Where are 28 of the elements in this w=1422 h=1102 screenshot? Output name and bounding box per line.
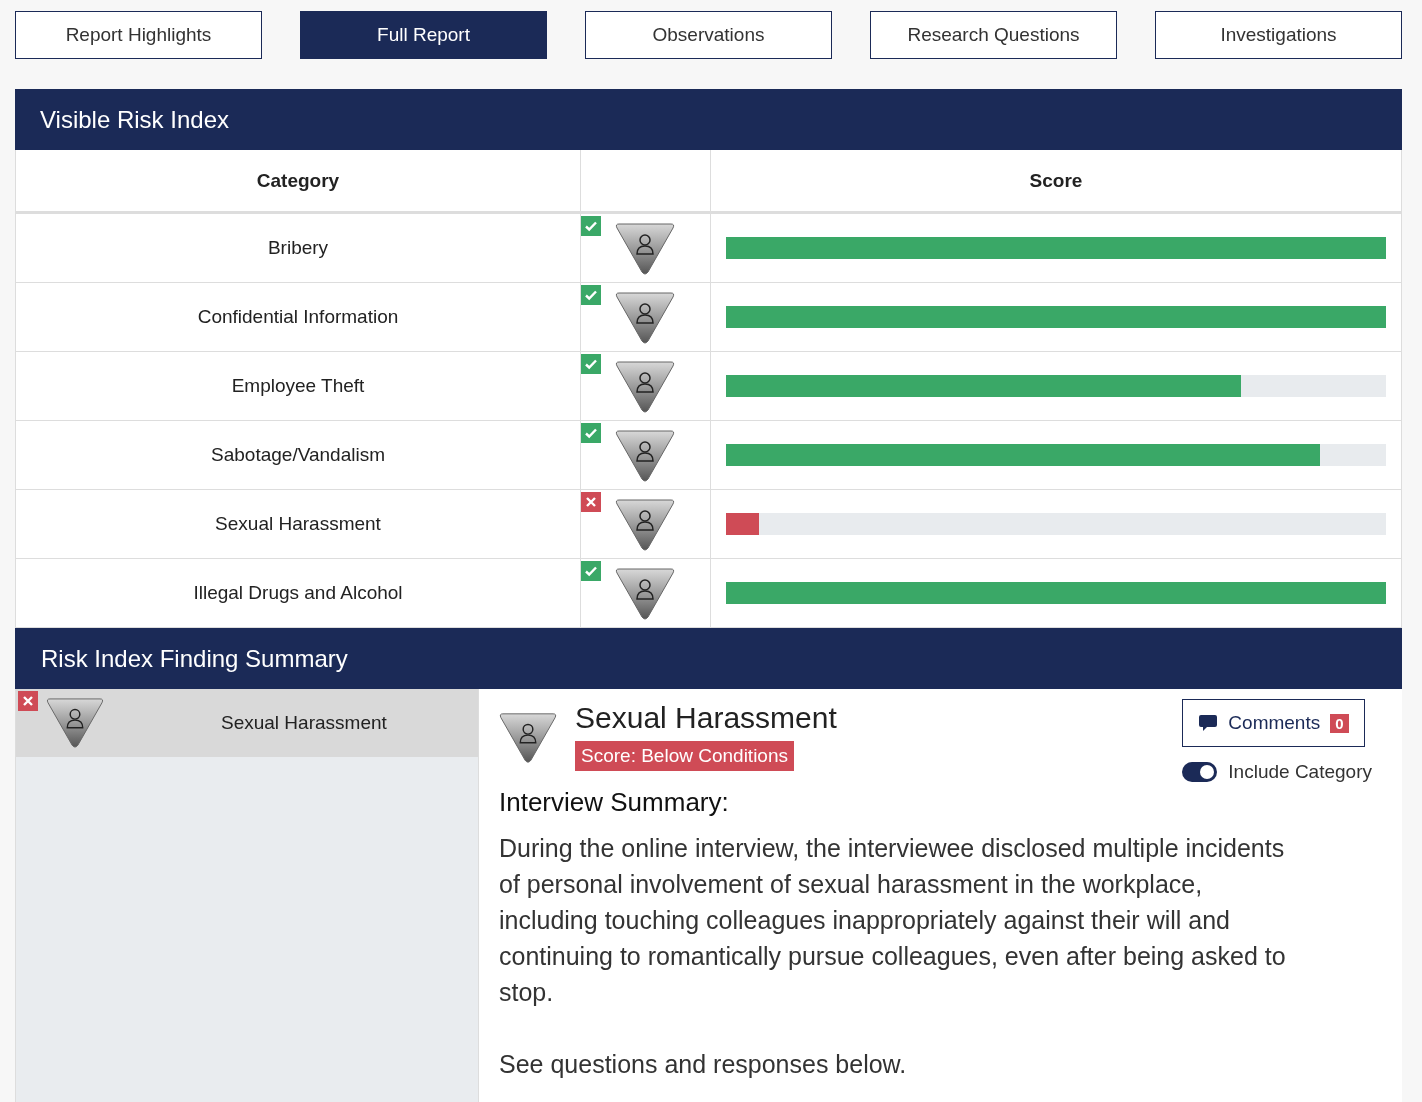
triangle-emblem-icon <box>46 697 104 749</box>
toggle-switch[interactable] <box>1182 762 1218 782</box>
toggle-label: Include Category <box>1228 761 1372 783</box>
count-badge: 0 <box>1330 713 1349 733</box>
category-list-item[interactable]: Sexual Harassment <box>16 689 478 757</box>
summary-paragraph: During the online interview, the interviewee disclosed multiple incidents of personal involvement of sexual harassment in the workplace, including touching colleagues inappropriately against their will and continuing to romantically pursue colleagues, even after being asked to stop. <box>499 833 1287 1008</box>
report-tab[interactable]: Report Highlights <box>15 11 262 59</box>
section-heading: Interview Summary: <box>499 787 730 818</box>
score-label: Score: Below Conditions <box>575 741 794 771</box>
section-title: Visible Risk Index <box>40 105 229 134</box>
speech-bubble-icon <box>1198 713 1219 733</box>
report-tab[interactable]: Investigations <box>1155 11 1402 59</box>
report-tab[interactable]: Observations <box>585 11 832 59</box>
comments-button[interactable]: Comments 0 <box>1182 699 1365 747</box>
triangle-emblem-icon <box>615 291 675 345</box>
report-tab[interactable]: Research Questions <box>870 11 1117 59</box>
triangle-emblem-icon <box>615 498 675 552</box>
triangle-emblem-icon <box>615 222 675 276</box>
finding-title: Sexual Harassment <box>575 701 837 735</box>
column-header: Score <box>1028 168 1084 193</box>
summary-paragraph: See questions and responses below. <box>499 1049 908 1080</box>
section-title: Risk Index Finding Summary <box>41 644 348 673</box>
triangle-emblem-icon <box>499 711 557 765</box>
triangle-emblem-icon <box>615 567 675 621</box>
triangle-emblem-icon <box>615 360 675 414</box>
triangle-emblem-icon <box>615 429 675 483</box>
report-tab[interactable]: Full Report <box>300 11 547 59</box>
column-header: Category <box>16 150 581 211</box>
